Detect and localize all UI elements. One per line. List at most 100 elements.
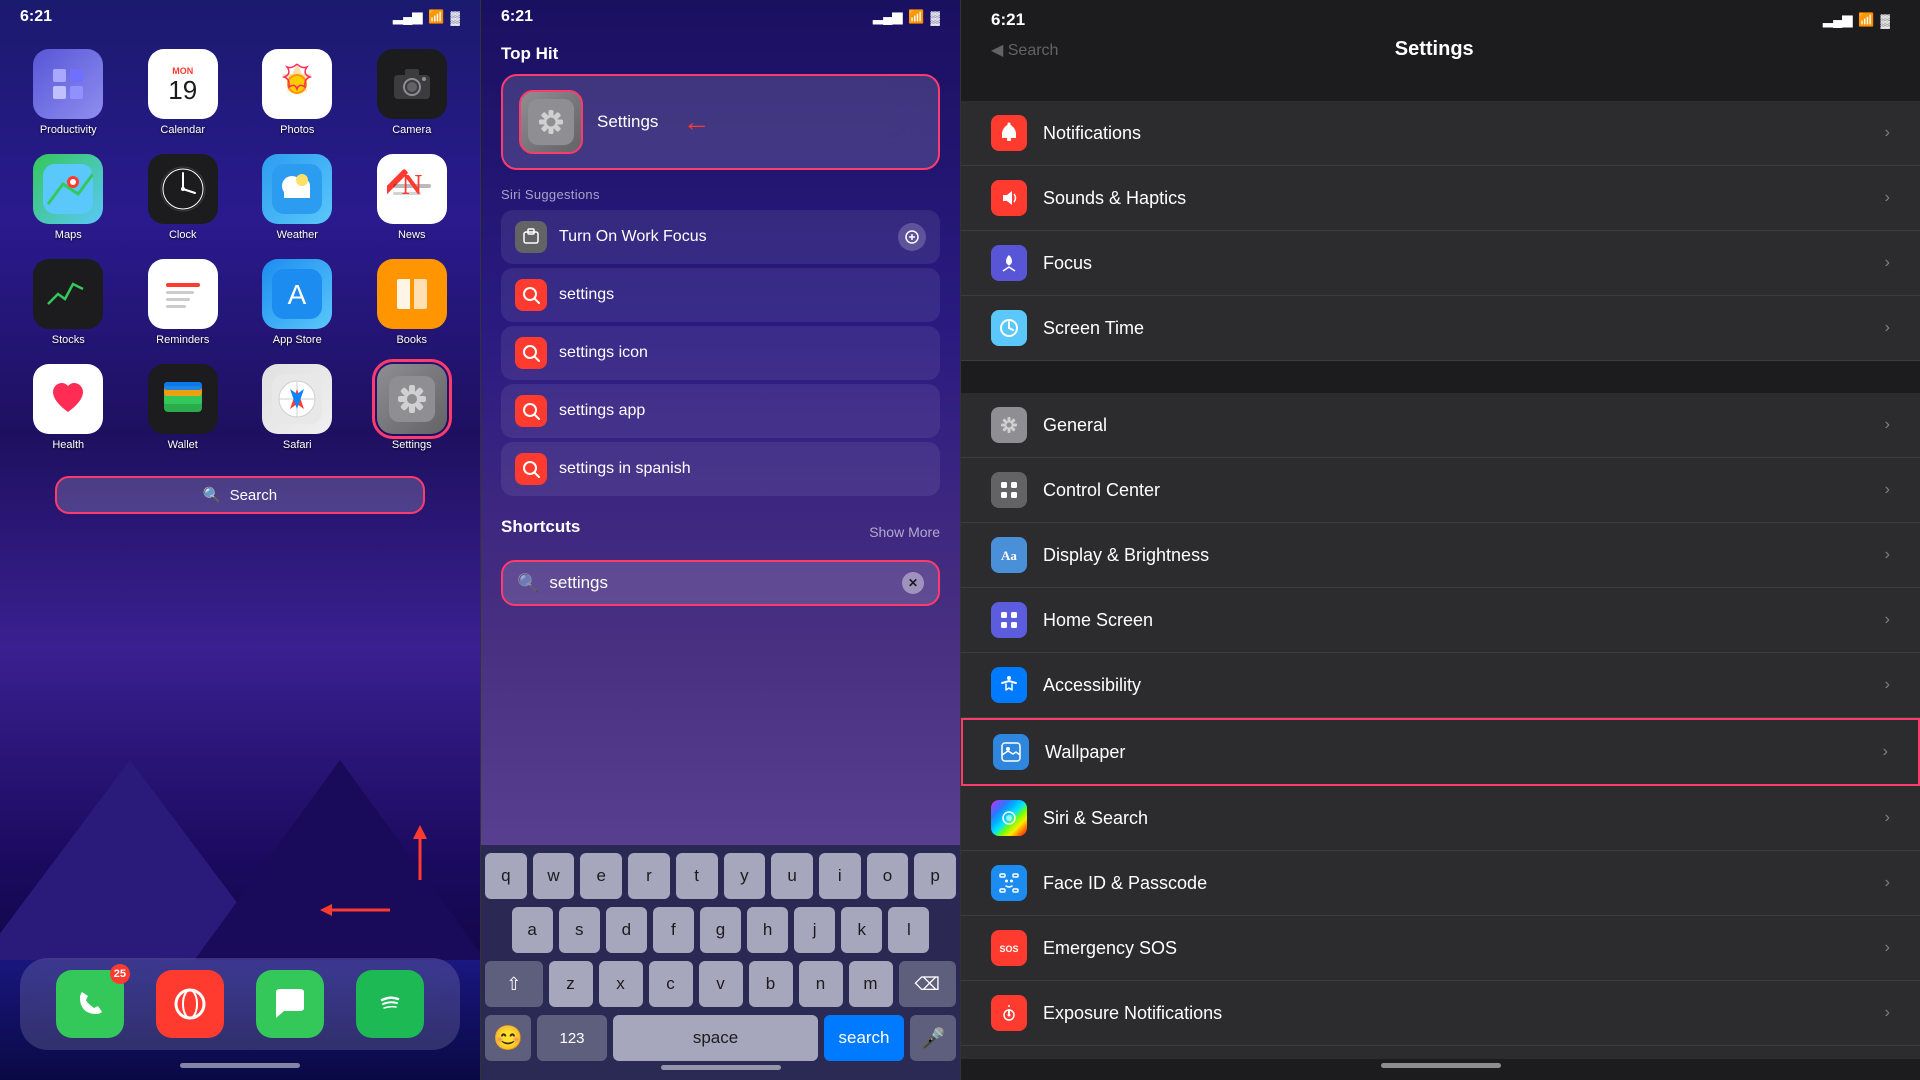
settings-row-focus[interactable]: Focus › [961, 231, 1920, 296]
key-backspace[interactable]: ⌫ [899, 961, 957, 1007]
home-indicator-3 [1381, 1059, 1501, 1072]
settings-row-general[interactable]: General › [961, 393, 1920, 458]
app-wallet[interactable]: Wallet [135, 364, 232, 451]
clear-search-button[interactable]: ✕ [902, 572, 924, 594]
settings-row-screentime[interactable]: Screen Time › [961, 296, 1920, 361]
key-z[interactable]: z [549, 961, 593, 1007]
suggestion-settings-spanish[interactable]: settings in spanish [501, 442, 940, 496]
key-k[interactable]: k [841, 907, 882, 953]
key-c[interactable]: c [649, 961, 693, 1007]
dock-opera[interactable] [156, 970, 224, 1038]
app-calendar[interactable]: MON 19 Calendar [135, 49, 232, 136]
signal-icon-2: ▂▄▆ [873, 9, 902, 25]
key-shift[interactable]: ⇧ [485, 961, 543, 1007]
settings-sep-2 [961, 361, 1920, 393]
key-t[interactable]: t [676, 853, 718, 899]
key-d[interactable]: d [606, 907, 647, 953]
kb-row-3: ⇧ z x c v b n m ⌫ [485, 961, 956, 1007]
key-o[interactable]: o [867, 853, 909, 899]
focus-chevron: › [1885, 254, 1890, 272]
app-label-stocks: Stocks [52, 334, 85, 346]
key-r[interactable]: r [628, 853, 670, 899]
top-hit-card[interactable]: Settings ← [501, 74, 940, 170]
work-focus-action[interactable] [898, 223, 926, 251]
settings-row-siri[interactable]: Siri & Search › [961, 786, 1920, 851]
app-health[interactable]: Health [20, 364, 117, 451]
signal-icon-3: ▂▄▆ [1823, 12, 1852, 28]
key-n[interactable]: n [799, 961, 843, 1007]
key-b[interactable]: b [749, 961, 793, 1007]
app-news[interactable]: N News [364, 154, 461, 241]
key-g[interactable]: g [700, 907, 741, 953]
app-maps[interactable]: Maps [20, 154, 117, 241]
shortcuts-section: Shortcuts Show More [481, 505, 960, 552]
suggestion-text-settings-app: settings app [559, 402, 645, 420]
dock-messages[interactable] [256, 970, 324, 1038]
app-stocks[interactable]: Stocks [20, 259, 117, 346]
search-bar-home[interactable]: 🔍 Search [25, 476, 455, 514]
dock-phone[interactable]: 25 [56, 970, 124, 1038]
app-productivity[interactable]: Productivity [20, 49, 117, 136]
app-clock[interactable]: Clock [135, 154, 232, 241]
back-button[interactable]: ◀ Search [991, 40, 1058, 60]
settings-row-sounds[interactable]: Sounds & Haptics › [961, 166, 1920, 231]
app-weather[interactable]: Weather [249, 154, 346, 241]
settings-row-battery[interactable]: Battery › [961, 1046, 1920, 1059]
key-h[interactable]: h [747, 907, 788, 953]
app-camera[interactable]: Camera [364, 49, 461, 136]
key-w[interactable]: w [533, 853, 575, 899]
app-safari[interactable]: Safari [249, 364, 346, 451]
top-hit-title: Top Hit [501, 44, 940, 64]
app-appstore[interactable]: A App Store [249, 259, 346, 346]
show-more-btn[interactable]: Show More [869, 524, 940, 540]
settings-screen-panel: 6:21 ▂▄▆ 📶 ▓ ◀ Search Settings Notificat… [960, 0, 1920, 1080]
suggestion-settings-app[interactable]: settings app [501, 384, 940, 438]
key-q[interactable]: q [485, 853, 527, 899]
key-u[interactable]: u [771, 853, 813, 899]
suggestion-settings-icon[interactable]: settings icon [501, 326, 940, 380]
search-input-value[interactable]: settings [549, 573, 892, 593]
search-input-area[interactable]: 🔍 settings ✕ [501, 560, 940, 606]
app-settings[interactable]: Settings [364, 364, 461, 451]
key-emoji[interactable]: 😊 [485, 1015, 531, 1061]
exposure-chevron: › [1885, 1004, 1890, 1022]
app-photos[interactable]: Photos [249, 49, 346, 136]
settings-row-display[interactable]: Aa Display & Brightness › [961, 523, 1920, 588]
suggestion-work-focus[interactable]: Turn On Work Focus [501, 210, 940, 264]
wifi-icon-2: 📶 [908, 9, 924, 25]
key-y[interactable]: y [724, 853, 766, 899]
settings-list: Notifications › Sounds & Haptics › Focus… [961, 69, 1920, 1059]
key-v[interactable]: v [699, 961, 743, 1007]
app-books[interactable]: Books [364, 259, 461, 346]
key-a[interactable]: a [512, 907, 553, 953]
sos-icon: SOS [991, 930, 1027, 966]
key-f[interactable]: f [653, 907, 694, 953]
key-x[interactable]: x [599, 961, 643, 1007]
key-search[interactable]: search [824, 1015, 904, 1061]
settings-row-homescreen[interactable]: Home Screen › [961, 588, 1920, 653]
key-mic[interactable]: 🎤 [910, 1015, 956, 1061]
settings-row-controlcenter[interactable]: Control Center › [961, 458, 1920, 523]
settings-row-exposure[interactable]: Exposure Notifications › [961, 981, 1920, 1046]
key-e[interactable]: e [580, 853, 622, 899]
settings-row-notifications[interactable]: Notifications › [961, 101, 1920, 166]
app-reminders[interactable]: Reminders [135, 259, 232, 346]
suggestion-text-settings-icon: settings icon [559, 344, 648, 362]
settings-row-faceid[interactable]: Face ID & Passcode › [961, 851, 1920, 916]
settings-row-sos[interactable]: SOS Emergency SOS › [961, 916, 1920, 981]
homescreen-icon [991, 602, 1027, 638]
key-l[interactable]: l [888, 907, 929, 953]
key-space[interactable]: space [613, 1015, 818, 1061]
settings-row-wallpaper[interactable]: Wallpaper › [961, 718, 1920, 786]
key-j[interactable]: j [794, 907, 835, 953]
focus-label: Focus [1043, 253, 1885, 274]
key-i[interactable]: i [819, 853, 861, 899]
key-m[interactable]: m [849, 961, 893, 1007]
suggestion-text-workfocus: Turn On Work Focus [559, 228, 886, 246]
suggestion-settings[interactable]: settings [501, 268, 940, 322]
settings-row-accessibility[interactable]: Accessibility › [961, 653, 1920, 718]
key-p[interactable]: p [914, 853, 956, 899]
key-numbers[interactable]: 123 [537, 1015, 607, 1061]
key-s[interactable]: s [559, 907, 600, 953]
dock-spotify[interactable] [356, 970, 424, 1038]
